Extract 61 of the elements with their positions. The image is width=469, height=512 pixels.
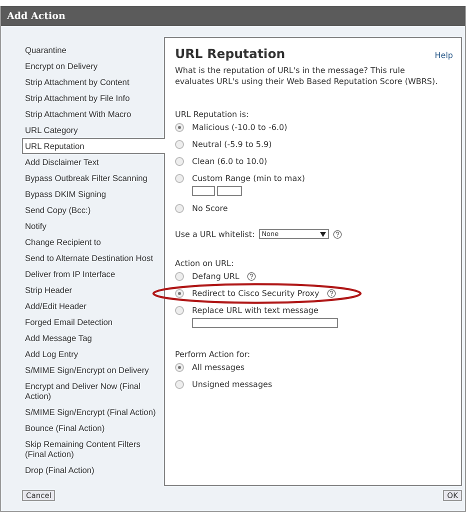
option-label: Clean (6.0 to 10.0) [192,157,268,166]
section-label: URL Reputation is: [175,110,250,119]
option-label: Malicious (-10.0 to -6.0) [192,123,288,132]
max-field[interactable] [217,186,242,196]
radio-button[interactable] [175,380,184,389]
action-item[interactable]: Skip Remaining Content Filters (Final Action) [22,436,164,462]
action-item[interactable]: Add Log Entry [22,346,164,362]
radio-button[interactable] [175,306,184,315]
window-title: Add Action [1,6,465,26]
option-label: Replace URL with text message [192,306,318,315]
radio-button[interactable] [175,289,184,298]
radio-button[interactable] [175,363,184,372]
action-item[interactable]: Strip Attachment by Content [22,74,164,90]
option-label: No Score [192,204,228,213]
help-link[interactable]: Help [434,51,453,60]
section-label: Action on URL: [175,259,235,268]
option-label: Defang URL [192,272,240,281]
action-item[interactable]: Send to Alternate Destination Host [22,250,164,266]
help-icon[interactable] [327,289,336,298]
action-item[interactable]: Strip Attachment by File Info [22,90,164,106]
option-label: Neutral (-5.9 to 5.9) [192,140,272,149]
action-item[interactable]: Bounce (Final Action) [22,420,164,436]
action-item[interactable]: S/MIME Sign/Encrypt on Delivery [22,362,164,378]
action-item[interactable]: Deliver from IP Interface [22,266,164,282]
option-label: Unsigned messages [192,380,272,389]
caret-icon [320,232,326,236]
action-item[interactable]: Bypass Outbreak Filter Scanning [22,170,164,186]
action-item[interactable]: Send Copy (Bcc:) [22,202,164,218]
action-item[interactable]: Strip Header [22,282,164,298]
radio-button[interactable] [175,204,184,213]
action-item[interactable]: Add/Edit Header [22,298,164,314]
action-item[interactable]: Forged Email Detection [22,314,164,330]
action-item[interactable]: URL Category [22,122,164,138]
action-item[interactable]: Add Disclaimer Text [22,154,164,170]
description-text: What is the reputation of URL's in the message? This rule evaluates URL's using their Web Based Reputation Score (WBRS). [175,65,439,87]
whitelist-label: Use a URL whitelist: [175,230,255,238]
action-item[interactable]: Add Message Tag [22,330,164,346]
action-item[interactable]: Drop (Final Action) [22,462,164,478]
radio-button[interactable] [175,123,184,132]
panel-title: URL Reputation [175,46,286,61]
help-icon[interactable] [332,230,342,238]
radio-button[interactable] [175,272,184,281]
action-item[interactable]: Encrypt on Delivery [22,58,164,74]
option-label: All messages [192,363,245,372]
action-item[interactable]: Strip Attachment With Macro [22,106,164,122]
action-item[interactable]: Change Recipient to [22,234,164,250]
action-item[interactable]: Bypass DKIM Signing [22,186,164,202]
action-item[interactable]: Quarantine [22,42,164,58]
action-item[interactable]: Encrypt and Deliver Now (Final Action) [22,378,164,404]
option-label: Redirect to Cisco Security Proxy [192,289,320,298]
action-item[interactable]: S/MIME Sign/Encrypt (Final Action) [22,404,164,420]
radio-button[interactable] [175,157,184,166]
radio-button[interactable] [175,140,184,149]
min-field[interactable] [192,186,215,196]
option-label: Custom Range (min to max) [192,174,305,183]
message-field[interactable] [192,318,338,328]
radio-button[interactable] [175,174,184,183]
action-item[interactable]: URL Reputation [22,138,165,154]
section-label: Perform Action for: [175,350,252,359]
help-icon[interactable] [247,272,256,281]
action-item[interactable]: Notify [22,218,164,234]
